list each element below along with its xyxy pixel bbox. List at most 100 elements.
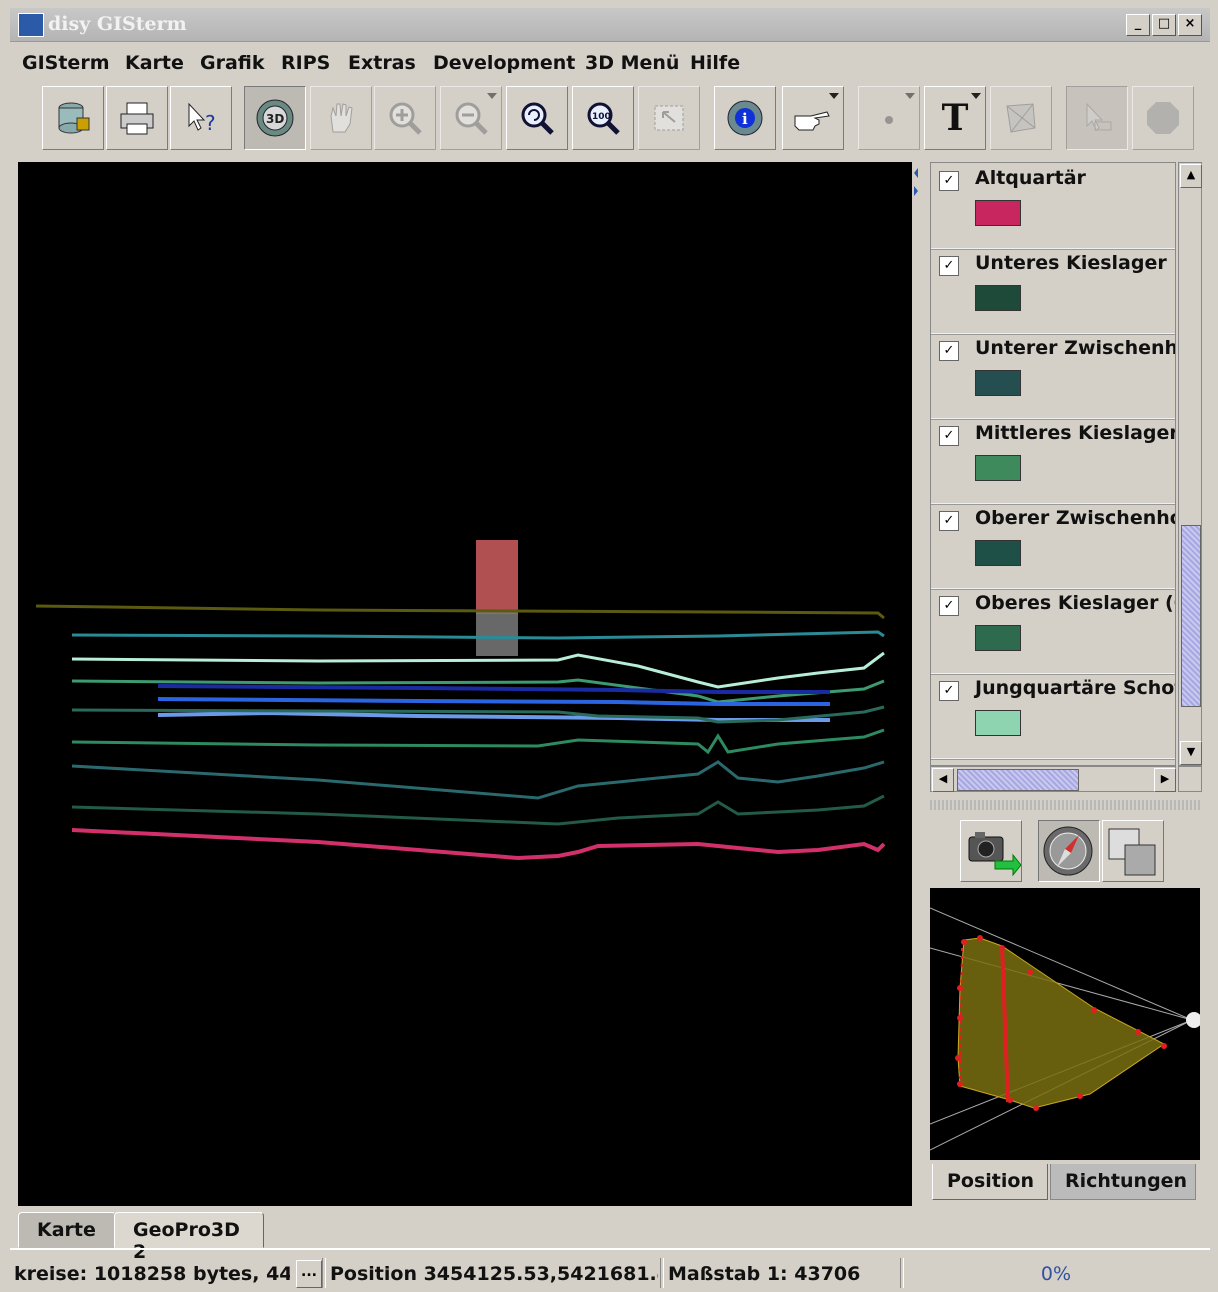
maximize-button[interactable]: □ bbox=[1152, 14, 1176, 36]
legend-item[interactable]: ✓ Oberes Kieslager (O bbox=[931, 588, 1175, 674]
3d-map-canvas[interactable] bbox=[18, 162, 912, 1206]
text-tool-dropdown-icon[interactable] bbox=[971, 93, 981, 99]
layer-name: Unteres Kieslager (U bbox=[975, 252, 1176, 274]
layer-color-swatch bbox=[975, 370, 1021, 396]
legend-item[interactable]: ✓ Mittleres Kieslager (I bbox=[931, 418, 1176, 504]
layer-line bbox=[157, 684, 830, 694]
minimize-button[interactable]: _ bbox=[1126, 14, 1150, 36]
status-separator bbox=[322, 1258, 326, 1288]
zoom-reset-icon bbox=[507, 87, 567, 149]
layer-color-swatch bbox=[975, 455, 1021, 481]
print-button[interactable] bbox=[106, 86, 168, 150]
borehole-marker bbox=[476, 540, 518, 614]
layer-checkbox[interactable]: ✓ bbox=[939, 681, 959, 701]
scroll-right-arrow-icon[interactable]: ▶ bbox=[1154, 768, 1176, 792]
menu-rips[interactable]: RIPS bbox=[281, 52, 330, 74]
polygon-tool-button[interactable] bbox=[990, 86, 1052, 150]
scroll-left-arrow-icon[interactable]: ◀ bbox=[932, 768, 954, 792]
info-button[interactable]: i bbox=[714, 86, 776, 150]
legend-item[interactable]: ✓ Jungquartäre Schott bbox=[931, 673, 1175, 759]
legend-vertical-scrollbar[interactable]: ▲ ▼ bbox=[1178, 162, 1202, 766]
layer-name: Mittleres Kieslager (I bbox=[975, 422, 1176, 444]
scrollbar-thumb[interactable] bbox=[1181, 525, 1201, 707]
layer-color-swatch bbox=[975, 200, 1021, 226]
compass-icon bbox=[1043, 826, 1093, 876]
layer-name: Oberer Zwischenhor bbox=[975, 507, 1176, 529]
select-rect-button[interactable] bbox=[638, 86, 700, 150]
legend-item-partial[interactable] bbox=[931, 758, 1175, 765]
3d-view-button[interactable]: 3D bbox=[244, 86, 306, 150]
status-separator bbox=[900, 1258, 904, 1288]
scrollbar-corner bbox=[1178, 766, 1202, 792]
app-icon bbox=[18, 13, 44, 37]
point-dropdown-icon[interactable] bbox=[905, 93, 915, 99]
text-tool-button[interactable]: T bbox=[924, 86, 986, 150]
layer-checkbox[interactable]: ✓ bbox=[939, 171, 959, 191]
database-button[interactable] bbox=[42, 86, 104, 150]
menu-hilfe[interactable]: Hilfe bbox=[690, 52, 740, 74]
layer-checkbox[interactable]: ✓ bbox=[939, 426, 959, 446]
close-button[interactable]: × bbox=[1178, 14, 1202, 36]
layer-color-swatch bbox=[975, 285, 1021, 311]
layer-checkbox[interactable]: ✓ bbox=[939, 511, 959, 531]
menu-karte[interactable]: Karte bbox=[125, 52, 184, 74]
tab-richtungen[interactable]: Richtungen bbox=[1050, 1164, 1196, 1200]
stop-button[interactable] bbox=[1132, 86, 1194, 150]
zoom-out-dropdown-icon[interactable] bbox=[487, 93, 497, 99]
legend-horizontal-scrollbar[interactable]: ◀ ▶ bbox=[930, 766, 1176, 792]
layer-color-swatch bbox=[975, 625, 1021, 651]
help-pointer-button[interactable]: ? bbox=[170, 86, 232, 150]
scrollbar-thumb[interactable] bbox=[957, 769, 1079, 791]
menu-grafik[interactable]: Grafik bbox=[200, 52, 265, 74]
menu-development[interactable]: Development bbox=[433, 52, 575, 74]
tab-karte[interactable]: Karte bbox=[18, 1212, 116, 1248]
compass-button[interactable] bbox=[1038, 820, 1100, 882]
camera-import-button[interactable] bbox=[960, 820, 1022, 882]
pointing-hand-button[interactable] bbox=[782, 86, 844, 150]
document-tabs: Karte GeoPro3D 2 bbox=[10, 1208, 1210, 1263]
svg-text:100: 100 bbox=[592, 112, 611, 122]
tab-geopro3d-2[interactable]: GeoPro3D 2 bbox=[114, 1212, 264, 1263]
menu-3d[interactable]: 3D Menü bbox=[585, 52, 679, 74]
help-pointer-icon: ? bbox=[171, 87, 231, 149]
pointing-hand-dropdown-icon[interactable] bbox=[829, 93, 839, 99]
progress-status: 0% bbox=[1040, 1263, 1072, 1285]
memory-more-button[interactable]: ... bbox=[296, 1260, 322, 1288]
stop-icon bbox=[1133, 87, 1193, 149]
panel-splitter[interactable] bbox=[930, 800, 1202, 810]
layer-line bbox=[157, 710, 830, 722]
legend-item[interactable]: ✓ Altquartär bbox=[931, 163, 1175, 249]
layer-checkbox[interactable]: ✓ bbox=[939, 256, 959, 276]
select-arrow-button[interactable] bbox=[1066, 86, 1128, 150]
menu-extras[interactable]: Extras bbox=[348, 52, 416, 74]
zoom-out-button[interactable] bbox=[440, 86, 502, 150]
tab-strip-underline bbox=[10, 1248, 1210, 1250]
zoom-reset-button[interactable] bbox=[506, 86, 568, 150]
select-rect-icon bbox=[639, 87, 699, 149]
layer-line bbox=[71, 760, 885, 800]
legend-item[interactable]: ✓ Unteres Kieslager (U bbox=[931, 248, 1176, 334]
toolbar: ? 3D 100 i T bbox=[10, 84, 1210, 154]
menu-gisterm[interactable]: GISterm bbox=[22, 52, 110, 74]
zoom-100-button[interactable]: 100 bbox=[572, 86, 634, 150]
zoom-in-button[interactable] bbox=[374, 86, 436, 150]
legend-item[interactable]: ✓ Unterer Zwischenho bbox=[931, 333, 1175, 419]
info-icon: i bbox=[715, 87, 775, 149]
layer-checkbox[interactable]: ✓ bbox=[939, 341, 959, 361]
split-pane-arrows[interactable] bbox=[912, 166, 920, 206]
tab-position[interactable]: Position bbox=[932, 1164, 1048, 1200]
scroll-down-arrow-icon[interactable]: ▼ bbox=[1180, 741, 1202, 765]
zoom-100-icon: 100 bbox=[573, 87, 633, 149]
layers-view-button[interactable] bbox=[1102, 820, 1164, 882]
borehole-marker-lower bbox=[476, 612, 518, 656]
layers-view-icon bbox=[1108, 828, 1156, 876]
point-button[interactable] bbox=[858, 86, 920, 150]
navigator-toolbar bbox=[930, 814, 1202, 886]
pan-button[interactable] bbox=[310, 86, 372, 150]
legend-item[interactable]: ✓ Oberer Zwischenhor bbox=[931, 503, 1176, 589]
select-arrow-icon bbox=[1067, 87, 1127, 149]
overview-navigator[interactable] bbox=[930, 888, 1200, 1160]
layer-checkbox[interactable]: ✓ bbox=[939, 596, 959, 616]
scroll-up-arrow-icon[interactable]: ▲ bbox=[1180, 164, 1202, 188]
layer-line bbox=[71, 728, 885, 755]
